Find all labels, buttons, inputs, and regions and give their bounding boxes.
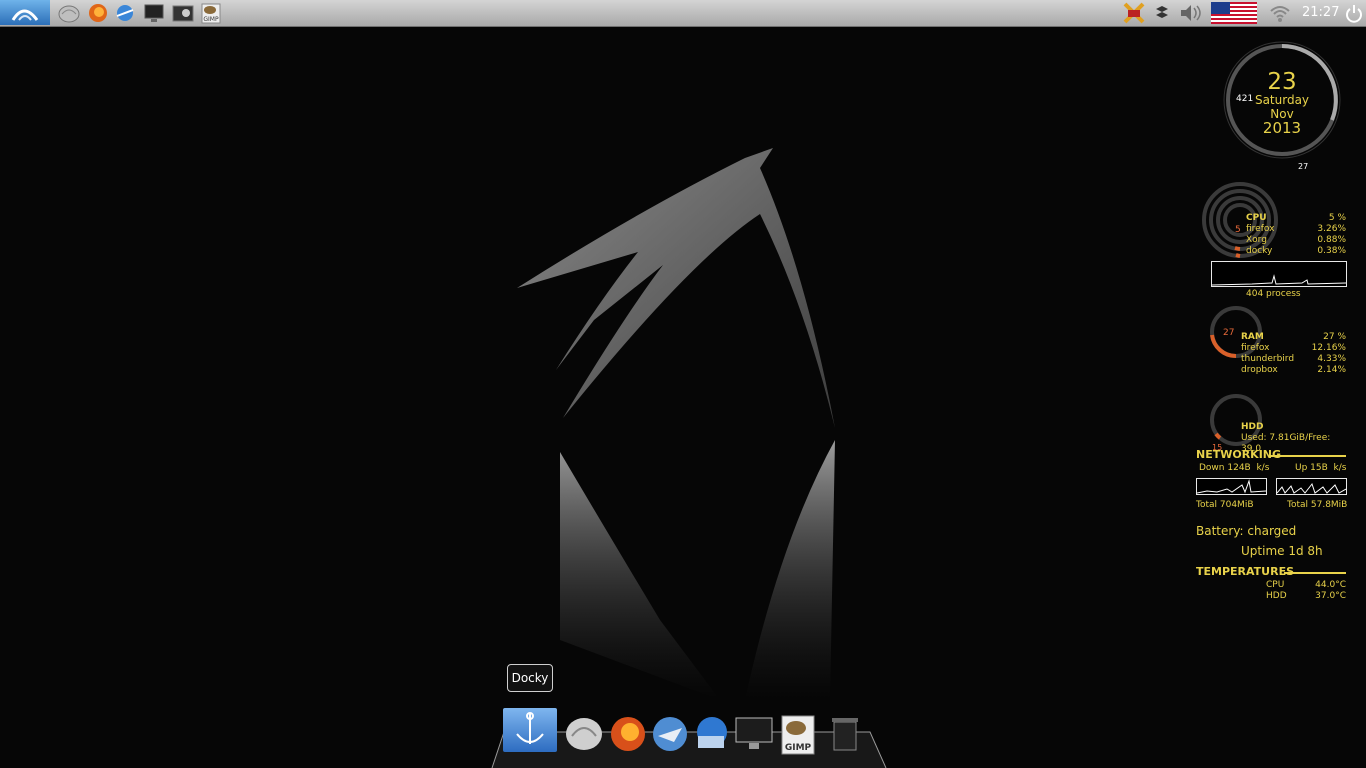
svg-text:GIMP: GIMP bbox=[203, 16, 219, 23]
firefox-icon bbox=[611, 717, 645, 751]
dock-item-gimp[interactable]: GIMP bbox=[776, 712, 820, 756]
dock-tooltip: Docky bbox=[507, 664, 553, 692]
ram-proc-val: 12.16% bbox=[1311, 343, 1346, 353]
conky-date: 23 Saturday Nov 2013 bbox=[1250, 70, 1314, 136]
lxle-menu-icon bbox=[11, 9, 39, 21]
firefox-launcher[interactable] bbox=[86, 2, 110, 24]
top-panel: GIMP 21:27 bbox=[0, 0, 1366, 27]
main-menu-button[interactable] bbox=[0, 0, 50, 25]
conky-year: 2013 bbox=[1262, 119, 1302, 137]
cpu-ring-value: 5 bbox=[1235, 225, 1241, 235]
temperatures-section: CPU 44.0°C HDD 37.0°C bbox=[1266, 580, 1346, 602]
process-count: 404 process bbox=[1246, 289, 1301, 299]
clipboard-icon bbox=[1123, 2, 1145, 24]
shell-icon bbox=[58, 5, 80, 23]
net-up-graph bbox=[1276, 478, 1347, 495]
us-flag-icon bbox=[1211, 2, 1257, 24]
volume-tray[interactable] bbox=[1178, 2, 1204, 24]
ram-percent: 27 % bbox=[1323, 332, 1346, 342]
dropbox-icon bbox=[1156, 6, 1168, 18]
cpu-proc-val: 3.26% bbox=[1317, 224, 1346, 234]
net-up-label: Up 15B k/s bbox=[1295, 463, 1347, 473]
dock-item-network-browser[interactable] bbox=[690, 712, 734, 756]
panel-clock[interactable]: 21:27 bbox=[1302, 5, 1339, 20]
lxle-bird-logo bbox=[517, 148, 835, 428]
cpu-proc-name: Xorg bbox=[1246, 235, 1267, 245]
temperatures-divider bbox=[1284, 572, 1346, 574]
docky-anchor-icon bbox=[516, 712, 544, 744]
cpu-proc-name: firefox bbox=[1246, 224, 1275, 234]
dock-item-monitor[interactable] bbox=[732, 712, 776, 756]
dock-item-thunderbird[interactable] bbox=[648, 712, 692, 756]
network-browser-icon bbox=[697, 717, 727, 748]
ram-proc-name: thunderbird bbox=[1241, 354, 1295, 364]
temp-cpu-val: 44.0°C bbox=[1315, 580, 1346, 590]
keyboard-layout-tray[interactable] bbox=[1211, 2, 1257, 24]
temperatures-title: TEMPERATURES bbox=[1196, 565, 1295, 578]
conky-clock-small-b: 27 bbox=[1298, 162, 1309, 171]
monitor-icon bbox=[144, 4, 164, 22]
monitor-icon bbox=[735, 717, 773, 749]
ram-label: RAM bbox=[1241, 332, 1264, 342]
clipboard-tray[interactable] bbox=[1121, 2, 1147, 24]
dock-item-firefox[interactable] bbox=[606, 712, 650, 756]
networking-divider bbox=[1270, 455, 1346, 457]
power-icon bbox=[1346, 5, 1362, 23]
svg-text:GIMP: GIMP bbox=[785, 743, 812, 753]
ram-ring-value: 27 bbox=[1223, 328, 1235, 338]
ram-proc-val: 4.33% bbox=[1317, 354, 1346, 364]
dropbox-tray[interactable] bbox=[1152, 2, 1172, 24]
network-browser-launcher[interactable] bbox=[113, 2, 137, 24]
hdd-label: HDD bbox=[1241, 422, 1264, 432]
gimp-icon: GIMP bbox=[201, 3, 221, 24]
ram-proc-name: firefox bbox=[1241, 343, 1270, 353]
desktop-wallpaper bbox=[517, 148, 835, 700]
uptime: Uptime 1d 8h bbox=[1241, 544, 1323, 558]
screenshot-launcher[interactable] bbox=[171, 2, 195, 24]
volume-icon bbox=[1181, 5, 1201, 21]
conky-weekday: Saturday bbox=[1254, 93, 1310, 107]
cpu-label: CPU bbox=[1246, 213, 1267, 223]
cpu-section: CPU 5 % firefox 3.26% Xorg 0.88% docky 0.38% bbox=[1246, 213, 1346, 257]
dock-item-docky[interactable] bbox=[503, 708, 557, 752]
firefox-icon bbox=[89, 4, 107, 22]
cpu-proc-val: 0.88% bbox=[1317, 235, 1346, 245]
wifi-icon bbox=[1270, 6, 1290, 22]
ram-proc-name: dropbox bbox=[1241, 365, 1278, 375]
dock-item-shell[interactable] bbox=[562, 712, 606, 756]
battery-status: Battery: charged bbox=[1196, 524, 1297, 538]
cpu-percent: 5 % bbox=[1328, 213, 1346, 223]
net-down-graph bbox=[1196, 478, 1267, 495]
shell-launcher[interactable] bbox=[57, 2, 81, 24]
net-total-up: Total 57.8MiB bbox=[1287, 500, 1348, 510]
monitor-launcher[interactable] bbox=[142, 2, 166, 24]
thunderbird-icon bbox=[653, 717, 687, 751]
temp-hdd-label: HDD bbox=[1266, 591, 1287, 601]
logo-reflection bbox=[560, 440, 835, 700]
screenshot-icon bbox=[172, 5, 194, 22]
conky-clock-small-a: 421 bbox=[1236, 94, 1254, 104]
trash-icon bbox=[832, 718, 858, 751]
network-browser-icon bbox=[116, 5, 134, 21]
ram-proc-val: 2.14% bbox=[1317, 365, 1346, 375]
network-tray[interactable] bbox=[1268, 2, 1292, 24]
gimp-launcher[interactable]: GIMP bbox=[199, 2, 223, 24]
gimp-icon: GIMP bbox=[781, 715, 815, 755]
temp-hdd-val: 37.0°C bbox=[1315, 591, 1346, 601]
networking-title: NETWORKING bbox=[1196, 448, 1282, 461]
temp-cpu-label: CPU bbox=[1266, 580, 1285, 590]
shell-icon bbox=[566, 718, 602, 750]
cpu-graph bbox=[1211, 261, 1347, 287]
conky-day: 23 bbox=[1267, 69, 1297, 95]
power-button[interactable] bbox=[1344, 2, 1364, 24]
ram-section: RAM 27 % firefox 12.16% thunderbird 4.33% d… bbox=[1241, 332, 1346, 376]
cpu-proc-val: 0.38% bbox=[1317, 246, 1346, 256]
dock-item-trash[interactable] bbox=[822, 712, 866, 756]
net-down-label: Down 124B k/s bbox=[1199, 463, 1270, 473]
cpu-proc-name: docky bbox=[1246, 246, 1273, 256]
net-total-down: Total 704MiB bbox=[1196, 500, 1254, 510]
